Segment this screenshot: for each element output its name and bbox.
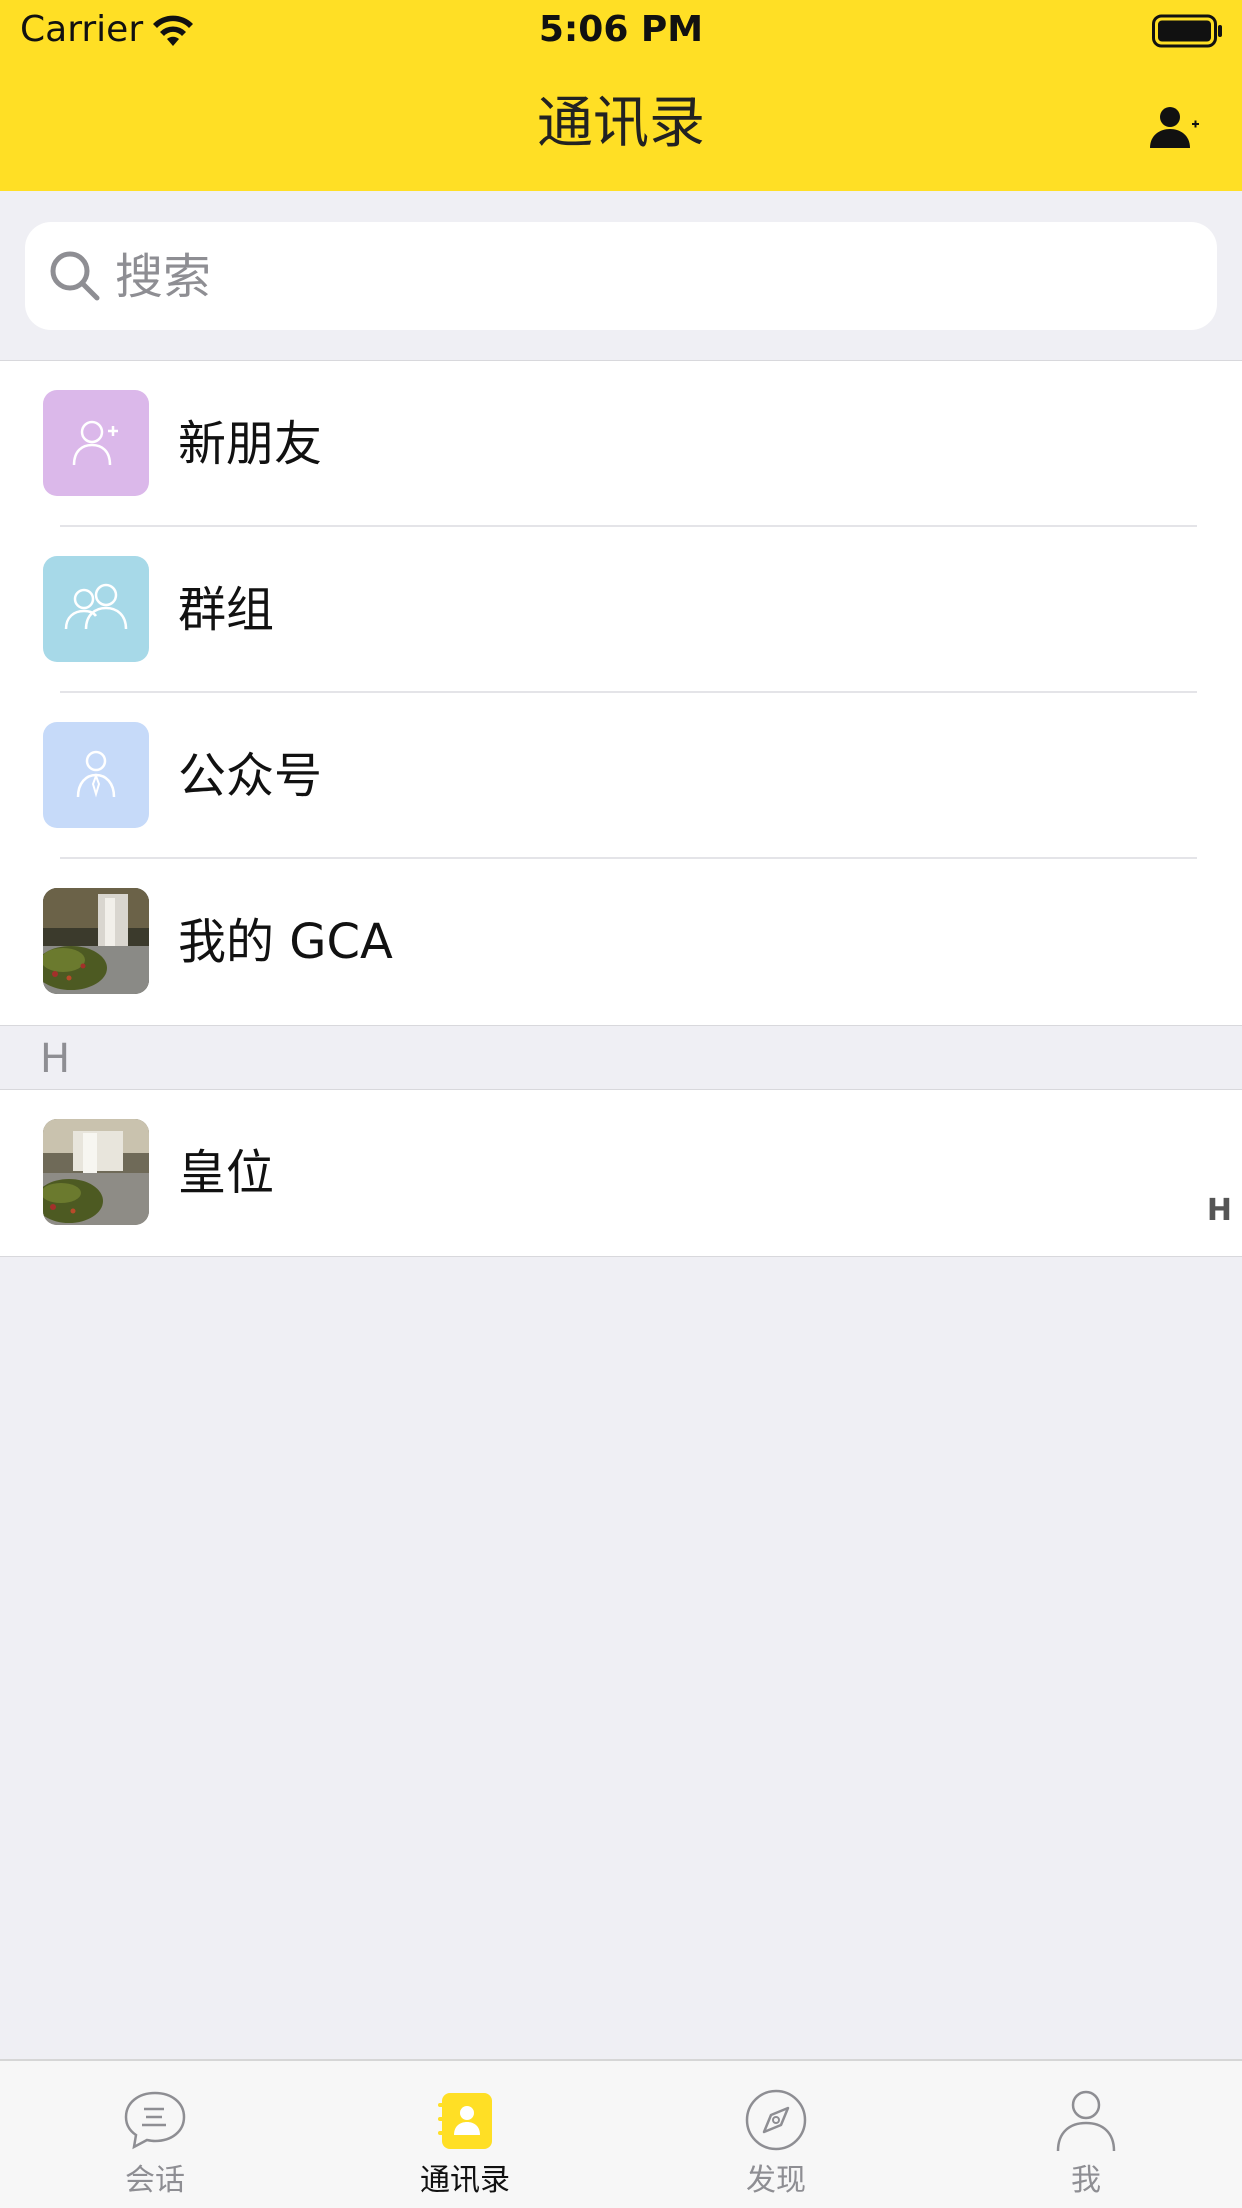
- status-time: 5:06 PM: [538, 9, 704, 50]
- compass-icon: [745, 2089, 807, 2151]
- tab-chats[interactable]: 会话: [0, 2061, 310, 2208]
- index-bar-letter-h[interactable]: H: [1207, 1193, 1232, 1228]
- add-contact-button[interactable]: [1136, 92, 1212, 164]
- contacts-top-list: 新朋友 群组 公众号 我的 GCA: [0, 360, 1242, 1026]
- tab-label: 发现: [746, 2163, 806, 2198]
- person-add-icon: [1150, 107, 1199, 148]
- search-icon: [50, 251, 100, 301]
- waterfall-photo-avatar: [43, 1119, 149, 1225]
- list-item-label: 群组: [178, 582, 275, 638]
- nav-bar: Carrier 5:06 PM 通讯录: [0, 0, 1242, 191]
- tab-label: 通讯录: [420, 2163, 510, 2198]
- new-friend-icon: [43, 390, 149, 496]
- list-item-official-accounts[interactable]: 公众号: [0, 693, 1242, 859]
- search-bar: [25, 222, 1217, 332]
- list-item-my-gca[interactable]: 我的 GCA: [0, 859, 1242, 1025]
- contacts-screen: Carrier 5:06 PM 通讯录 搜索 新朋友 群组 公众号 我的 GCA…: [0, 0, 1242, 2208]
- tab-me[interactable]: 我: [931, 2061, 1241, 2208]
- tab-contacts[interactable]: 通讯录: [310, 2061, 620, 2208]
- profile-icon: [1056, 2090, 1116, 2152]
- list-item-groups[interactable]: 群组: [0, 527, 1242, 693]
- tab-discover[interactable]: 发现: [621, 2061, 931, 2208]
- contacts-section-h: 皇位: [0, 1089, 1242, 1257]
- contacts-book-icon: [438, 2093, 492, 2149]
- tab-label: 会话: [125, 2163, 185, 2198]
- tab-bar: 会话 通讯录 发现 我: [0, 2059, 1242, 2208]
- waterfall-photo-avatar: [43, 888, 149, 994]
- section-letter: H: [40, 1036, 71, 1082]
- group-icon: [43, 556, 149, 662]
- chat-bubble-icon: [124, 2091, 186, 2150]
- search-input[interactable]: [113, 222, 1197, 332]
- list-item-label: 新朋友: [178, 416, 323, 472]
- list-item-label: 公众号: [178, 748, 323, 804]
- battery-icon: [1152, 14, 1222, 48]
- section-header-h: H: [0, 1027, 1242, 1089]
- contact-name: 皇位: [178, 1145, 275, 1201]
- tab-label: 我: [1071, 2163, 1101, 2198]
- list-item-label: 我的 GCA: [178, 914, 393, 970]
- contact-row[interactable]: 皇位: [0, 1090, 1242, 1256]
- official-account-icon: [43, 722, 149, 828]
- page-title: 通讯录: [537, 91, 705, 156]
- list-item-new-friends[interactable]: 新朋友: [0, 361, 1242, 527]
